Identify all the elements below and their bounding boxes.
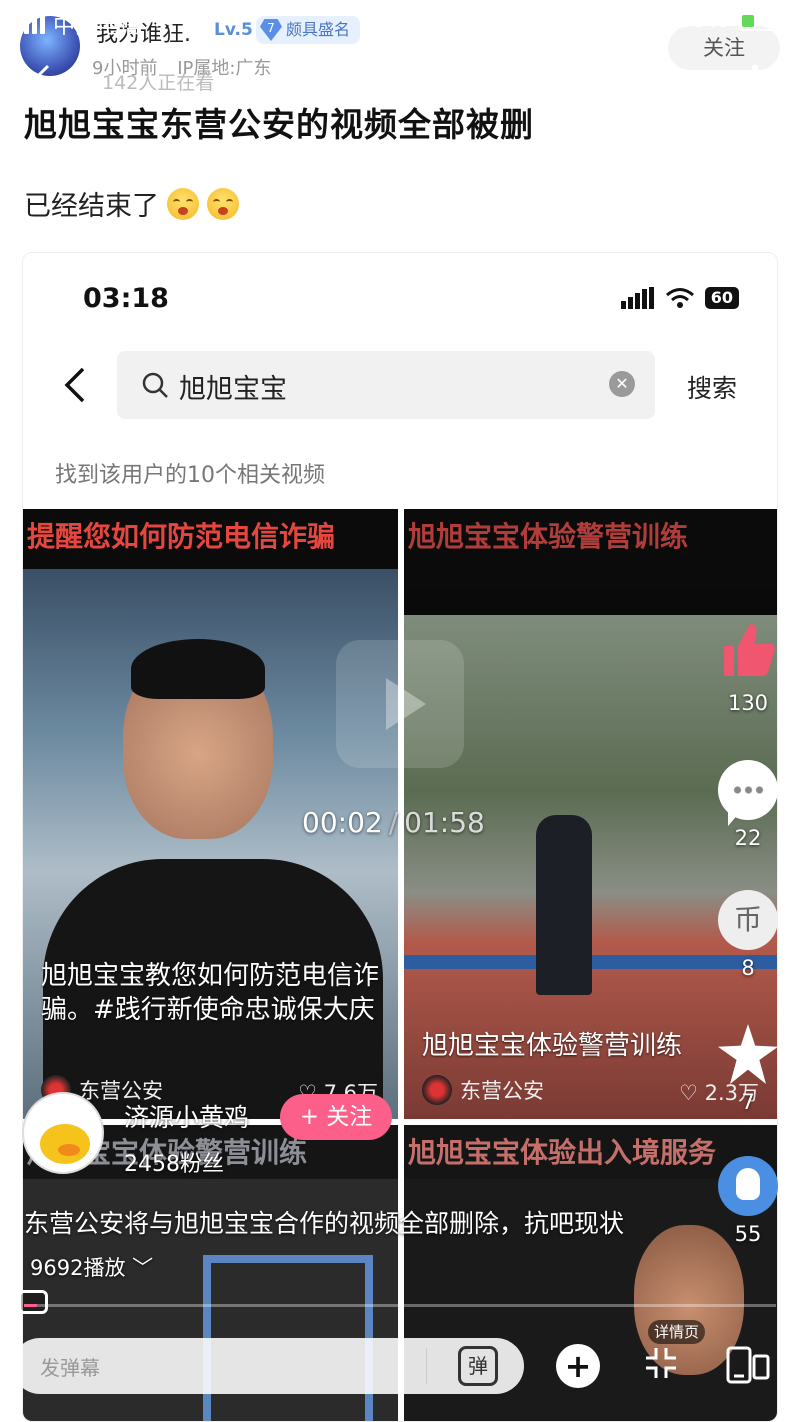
comment-action[interactable]: 22: [712, 760, 784, 850]
play-icon[interactable]: [336, 640, 464, 768]
chevron-down-icon: ﹀: [132, 1256, 154, 1280]
video-banner: 提醒您如何防范电信诈骗: [23, 509, 398, 569]
duck-avatar-icon: [40, 1124, 90, 1164]
wifi-icon: [150, 14, 178, 34]
viewer-count: 142人正在看: [102, 72, 215, 94]
timecode: 00:02/01:58: [302, 806, 485, 839]
clock: 10:39: [368, 8, 435, 34]
search-button[interactable]: 搜索: [687, 369, 737, 405]
danmaku-toggle-icon[interactable]: 弹: [458, 1346, 498, 1386]
follow-button[interactable]: + 关注: [280, 1094, 392, 1140]
carrier-group: 中国电信: [16, 8, 179, 40]
result-count: 找到该用户的10个相关视频: [55, 463, 325, 488]
progress-track[interactable]: [24, 1304, 776, 1307]
search-icon: [142, 372, 168, 398]
add-button[interactable]: +: [556, 1344, 600, 1388]
qq-share-icon: [718, 1156, 778, 1216]
current-time: 00:02: [302, 806, 383, 839]
back-chevron-icon[interactable]: [59, 365, 89, 405]
post-title: 旭旭宝宝东营公安的视频全部被删: [24, 105, 534, 144]
thumbs-up-icon: [724, 624, 775, 676]
rotation-lock-icon: [616, 10, 637, 31]
post-body: 已经结束了: [24, 184, 239, 223]
share-action[interactable]: 55: [712, 1156, 784, 1246]
search-field[interactable]: 旭旭宝宝 ✕: [117, 351, 655, 419]
favorite-count: 7: [741, 1090, 755, 1114]
laughing-emoji-icon: [207, 187, 239, 220]
author-name: 东营公安: [460, 1079, 544, 1103]
comment-bubble-icon: [718, 760, 778, 826]
video-caption: 旭旭宝宝体验警营训练: [422, 1031, 683, 1061]
status-right: 39%: [615, 8, 782, 33]
favorite-action[interactable]: 7: [712, 1024, 784, 1114]
play-count[interactable]: 9692播放 ﹀: [30, 1252, 153, 1282]
carrier-label: 中国电信: [53, 14, 142, 39]
uploader-avatar[interactable]: [22, 1092, 104, 1174]
like-count: 130: [727, 691, 769, 715]
laughing-emoji-icon: [167, 187, 199, 220]
divider: [426, 1348, 427, 1384]
alarm-icon: [649, 12, 668, 31]
battery-icon: [738, 10, 782, 31]
inner-battery: 60: [704, 287, 739, 309]
video-author: 东营公安: [422, 1075, 544, 1105]
progress-fill: [24, 1304, 37, 1307]
video-title: 东营公安将与旭旭宝宝合作的视频全部删除，抗吧现状: [24, 1209, 625, 1238]
battery-percent: 39%: [679, 8, 728, 33]
video-banner: 旭旭宝宝体验警营训练: [404, 509, 777, 589]
share-count: 55: [734, 1222, 762, 1246]
search-icon[interactable]: [654, 64, 688, 98]
danmaku-placeholder: 发弹幕: [40, 1356, 100, 1380]
signal-icon: [620, 287, 654, 309]
uploader-fans: 2458粉丝: [124, 1152, 224, 1177]
search-query: 旭旭宝宝: [179, 374, 287, 405]
like-action[interactable]: 130: [712, 620, 784, 715]
signal-icon: [16, 14, 45, 34]
danmaku-input[interactable]: 发弹幕 弹: [12, 1338, 524, 1394]
time-separator: /: [388, 806, 399, 839]
inner-status-icons: 60: [620, 287, 739, 309]
star-icon: [718, 1024, 778, 1084]
tv-icon[interactable]: [18, 1290, 48, 1314]
comment-count: 22: [734, 826, 762, 850]
uploader-name[interactable]: 济源小黄鸡: [124, 1098, 249, 1134]
play-count-label: 9692播放: [30, 1256, 126, 1280]
screen-mode-icon[interactable]: [726, 1346, 770, 1384]
back-arrow-icon[interactable]: [30, 62, 58, 90]
coin-count: 8: [741, 956, 755, 980]
coin-icon: 币: [718, 890, 778, 950]
inner-clock: 03:18: [83, 283, 169, 314]
detail-page-label[interactable]: 详情页: [648, 1320, 706, 1344]
author-avatar: [422, 1075, 452, 1105]
clear-icon[interactable]: ✕: [609, 371, 635, 397]
video-caption: 旭旭宝宝教您如何防范电信诈骗。#践行新使命忠诚保大庆: [41, 961, 380, 1025]
coin-action[interactable]: 币 8: [712, 890, 784, 980]
duration: 01:58: [404, 806, 485, 839]
wifi-icon: [665, 288, 694, 308]
post-body-text: 已经结束了: [24, 191, 159, 222]
more-icon[interactable]: [748, 62, 762, 102]
status-bar: 中国电信 10:39 39%: [0, 0, 800, 42]
collapse-icon[interactable]: [644, 1346, 678, 1380]
